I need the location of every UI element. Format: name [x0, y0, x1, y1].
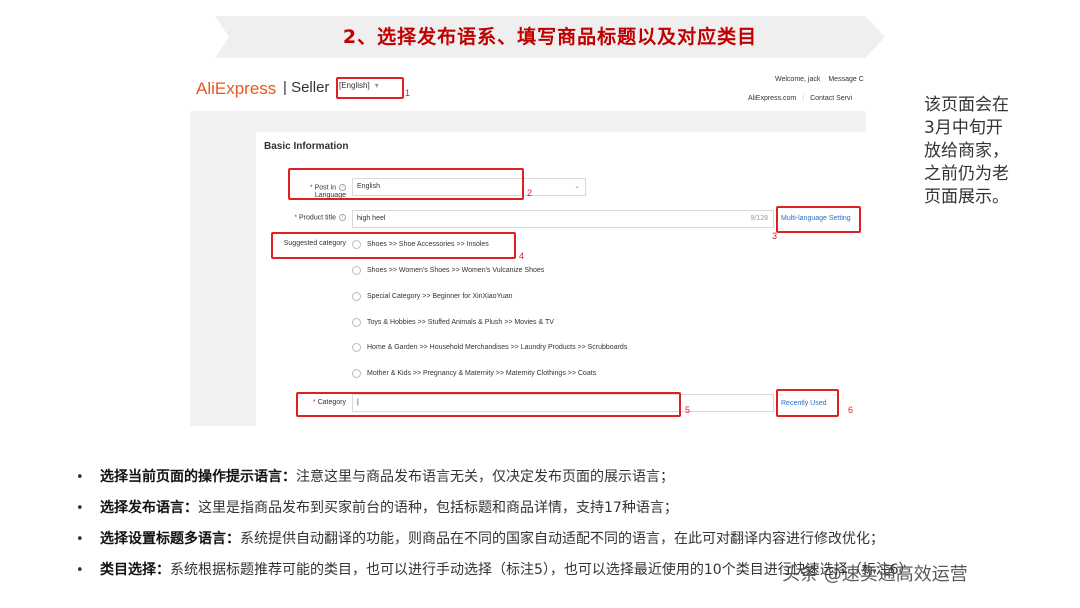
welcome-text: Welcome, jack [775, 76, 821, 83]
category-option-text: Toys & Hobbies >> Stuffed Animals & Plus… [367, 319, 554, 326]
message-link[interactable]: Message C [828, 76, 863, 83]
callout-box-4 [271, 232, 516, 259]
callout-box-6 [776, 389, 839, 417]
char-count: 9/128 [750, 215, 768, 222]
callout-number-6: 6 [848, 405, 854, 415]
seller-label: | Seller [283, 79, 330, 96]
callout-number-1: 1 [405, 88, 411, 98]
radio-button[interactable] [352, 291, 361, 301]
aliexpress-logo[interactable]: AliExpress [196, 79, 276, 99]
bullet-text: 系统提供自动翻译的功能，则商品在不同的国家自动适配不同的语言，在此可对翻译内容进… [240, 531, 884, 547]
category-option-text: Mother & Kids >> Pregnancy & Maternity >… [367, 370, 597, 377]
callout-box-3 [776, 206, 861, 233]
bullet-text: 这里是指商品发布到买家前台的语种，包括标题和商品详情，支持17种语言； [198, 500, 678, 516]
suggested-category-option[interactable]: Mother & Kids >> Pregnancy & Maternity >… [352, 368, 596, 380]
callout-box-1 [336, 77, 404, 99]
banner-title: 2、选择发布语系、填写商品标题以及对应类目 [342, 26, 758, 48]
welcome-area: Welcome, jack Message C [775, 76, 864, 83]
category-option-text: Special Category >> Beginner for XinXiao… [367, 293, 513, 300]
bullet-symbol: • [76, 532, 84, 547]
radio-button[interactable] [352, 317, 361, 327]
callout-number-3: 3 [772, 231, 778, 241]
product-title-label-text: Product title [299, 214, 336, 222]
aliexpress-site-link[interactable]: AliExpress.com [748, 95, 796, 102]
bullet-heading: 选择设置标题多语言： [100, 531, 240, 547]
product-title-input[interactable]: high heel 9/128 [352, 210, 774, 228]
link-divider: | [802, 95, 805, 102]
radio-button[interactable] [352, 368, 361, 378]
category-option-text: Home & Garden >> Household Merchandises … [367, 344, 628, 351]
bullet-symbol: • [76, 470, 84, 485]
bullet-heading: 选择当前页面的操作提示语言： [100, 469, 296, 485]
side-note: 该页面会在 3月中旬开 放给商家， 之前仍为老 页面展示。 [924, 95, 1009, 207]
list-item: • 选择发布语言：这里是指商品发布到买家前台的语种，包括标题和商品详情，支持17… [76, 493, 1066, 524]
contact-service-link[interactable]: Contact Servi [810, 95, 852, 102]
suggested-category-option[interactable]: Home & Garden >> Household Merchandises … [352, 342, 627, 354]
help-icon[interactable]: ? [339, 214, 346, 221]
bullet-heading: 类目选择： [100, 562, 170, 578]
bullet-heading: 选择发布语言： [100, 500, 198, 516]
suggested-category-option[interactable]: Special Category >> Beginner for XinXiao… [352, 291, 513, 303]
top-links: AliExpress.com | Contact Servi [748, 95, 852, 102]
callout-box-2 [288, 168, 524, 200]
category-option-text: Shoes >> Women's Shoes >> Women's Vulcan… [367, 267, 545, 274]
suggested-category-option[interactable]: Toys & Hobbies >> Stuffed Animals & Plus… [352, 317, 554, 329]
section-title: Basic Information [264, 141, 349, 152]
section-banner: 2、选择发布语系、填写商品标题以及对应类目 [215, 16, 885, 58]
suggested-category-option[interactable]: Shoes >> Women's Shoes >> Women's Vulcan… [352, 265, 544, 277]
radio-button[interactable] [352, 265, 361, 275]
radio-button[interactable] [352, 342, 361, 352]
bullet-symbol: • [76, 563, 84, 578]
bullet-symbol: • [76, 501, 84, 516]
product-title-label: * Product title? [276, 214, 346, 222]
bullet-text: 注意这里与商品发布语言无关，仅决定发布页面的展示语言； [296, 469, 674, 485]
callout-number-5: 5 [685, 405, 691, 415]
watermark: 头条 @速卖通高效运营 [782, 564, 968, 585]
callout-number-2: 2 [527, 188, 533, 198]
list-item: • 选择当前页面的操作提示语言：注意这里与商品发布语言无关，仅决定发布页面的展示… [76, 462, 1066, 493]
product-title-value: high heel [357, 215, 386, 222]
list-item: • 选择设置标题多语言：系统提供自动翻译的功能，则商品在不同的国家自动适配不同的… [76, 524, 1066, 555]
chevron-down-icon: ⌄ [574, 183, 580, 190]
callout-number-4: 4 [519, 251, 525, 261]
seller-topbar: AliExpress | Seller [English] ▾ Welcome, … [190, 66, 866, 111]
callout-box-5 [296, 392, 681, 417]
